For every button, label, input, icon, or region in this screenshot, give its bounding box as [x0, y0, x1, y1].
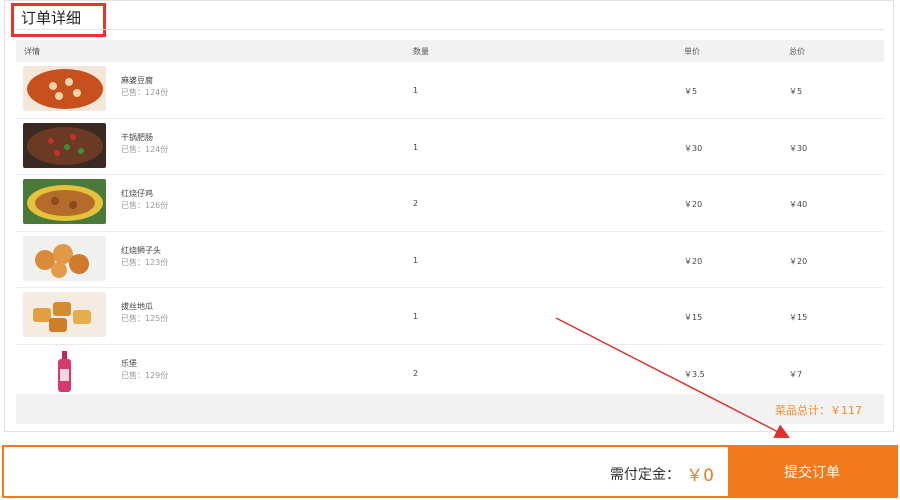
dish-image — [23, 235, 106, 281]
table-row: 干锅肥肠 已售：124份 1 ￥30 ￥30 — [16, 119, 884, 175]
dish-image — [23, 292, 106, 337]
header-unit-price: 单价 — [684, 47, 700, 56]
dry-pot-intestines-image — [23, 122, 106, 168]
order-table: 详情 数量 单价 总价 麻婆豆腐 已售：124份 1 ￥5 ￥5 干锅肥肠 已售… — [16, 40, 884, 401]
dish-image — [23, 179, 106, 224]
submit-order-button[interactable]: 提交订单 — [728, 447, 896, 496]
dish-qty: 1 — [413, 312, 419, 321]
deposit-amount: ￥0 — [686, 466, 714, 486]
beer-bottle-image — [23, 348, 106, 394]
dish-unit-price: ￥20 — [684, 256, 703, 266]
dish-unit-price: ￥30 — [684, 143, 703, 153]
dish-unit-price: ￥15 — [684, 313, 703, 322]
dish-sold: 已售：124份 — [121, 88, 169, 97]
dish-qty: 1 — [413, 86, 419, 95]
table-row: 乐堡 已售：129份 2 ￥3.5 ￥7 — [16, 345, 884, 401]
page-title: 订单详细 — [21, 9, 82, 27]
deposit-label: 需付定金： — [610, 467, 680, 483]
dish-total: ￥30 — [789, 143, 808, 153]
header-details: 详情 — [24, 47, 40, 56]
dish-total: ￥15 — [789, 313, 808, 322]
header-total: 总价 — [789, 47, 805, 56]
lion-head-meatball-image — [23, 235, 106, 281]
braised-chicken-image — [23, 179, 106, 224]
dish-total: ￥5 — [789, 87, 803, 96]
dish-total: ￥7 — [789, 369, 803, 379]
checkout-bar: 需付定金： ￥0 提交订单 — [2, 445, 898, 498]
dish-qty: 1 — [413, 142, 419, 152]
candied-sweet-potato-image — [23, 292, 106, 337]
table-row: 麻婆豆腐 已售：124份 1 ￥5 ￥5 — [16, 62, 884, 119]
dish-sold: 已售：129份 — [121, 370, 169, 380]
dish-sold: 已售：126份 — [121, 201, 169, 210]
dish-qty: 2 — [413, 368, 419, 378]
table-row: 红烧仔鸡 已售：126份 2 ￥20 ￥40 — [16, 175, 884, 232]
table-row: 红烧狮子头 已售：123份 1 ￥20 ￥20 — [16, 232, 884, 288]
dish-name: 红烧狮子头 — [121, 245, 161, 255]
dish-qty: 2 — [413, 199, 419, 208]
dish-qty: 1 — [413, 255, 419, 265]
dish-image — [23, 348, 106, 394]
dish-unit-price: ￥5 — [684, 87, 698, 96]
dish-name: 干锅肥肠 — [121, 132, 153, 142]
dish-total: ￥20 — [789, 256, 808, 266]
dish-image — [23, 122, 106, 168]
dish-name: 红烧仔鸡 — [121, 189, 153, 198]
dish-sold: 已售：125份 — [121, 314, 169, 323]
dish-unit-price: ￥3.5 — [684, 369, 705, 379]
dish-name: 麻婆豆腐 — [121, 76, 153, 85]
table-header: 详情 数量 单价 总价 — [16, 40, 884, 62]
dish-sold: 已售：124份 — [121, 144, 169, 154]
dish-sold: 已售：123份 — [121, 257, 169, 267]
table-row: 拔丝地瓜 已售：125份 1 ￥15 ￥15 — [16, 288, 884, 345]
dish-image — [23, 66, 106, 111]
dish-name: 乐堡 — [121, 358, 137, 368]
header-qty: 数量 — [413, 47, 429, 56]
title-divider — [17, 29, 885, 30]
dishes-total: 菜品总计：￥117 — [775, 404, 862, 417]
dish-name: 拔丝地瓜 — [121, 302, 153, 311]
order-summary: 菜品总计：￥117 — [16, 394, 884, 424]
dish-total: ￥40 — [789, 200, 808, 209]
dish-unit-price: ￥20 — [684, 200, 703, 209]
mapo-tofu-image — [23, 66, 106, 111]
